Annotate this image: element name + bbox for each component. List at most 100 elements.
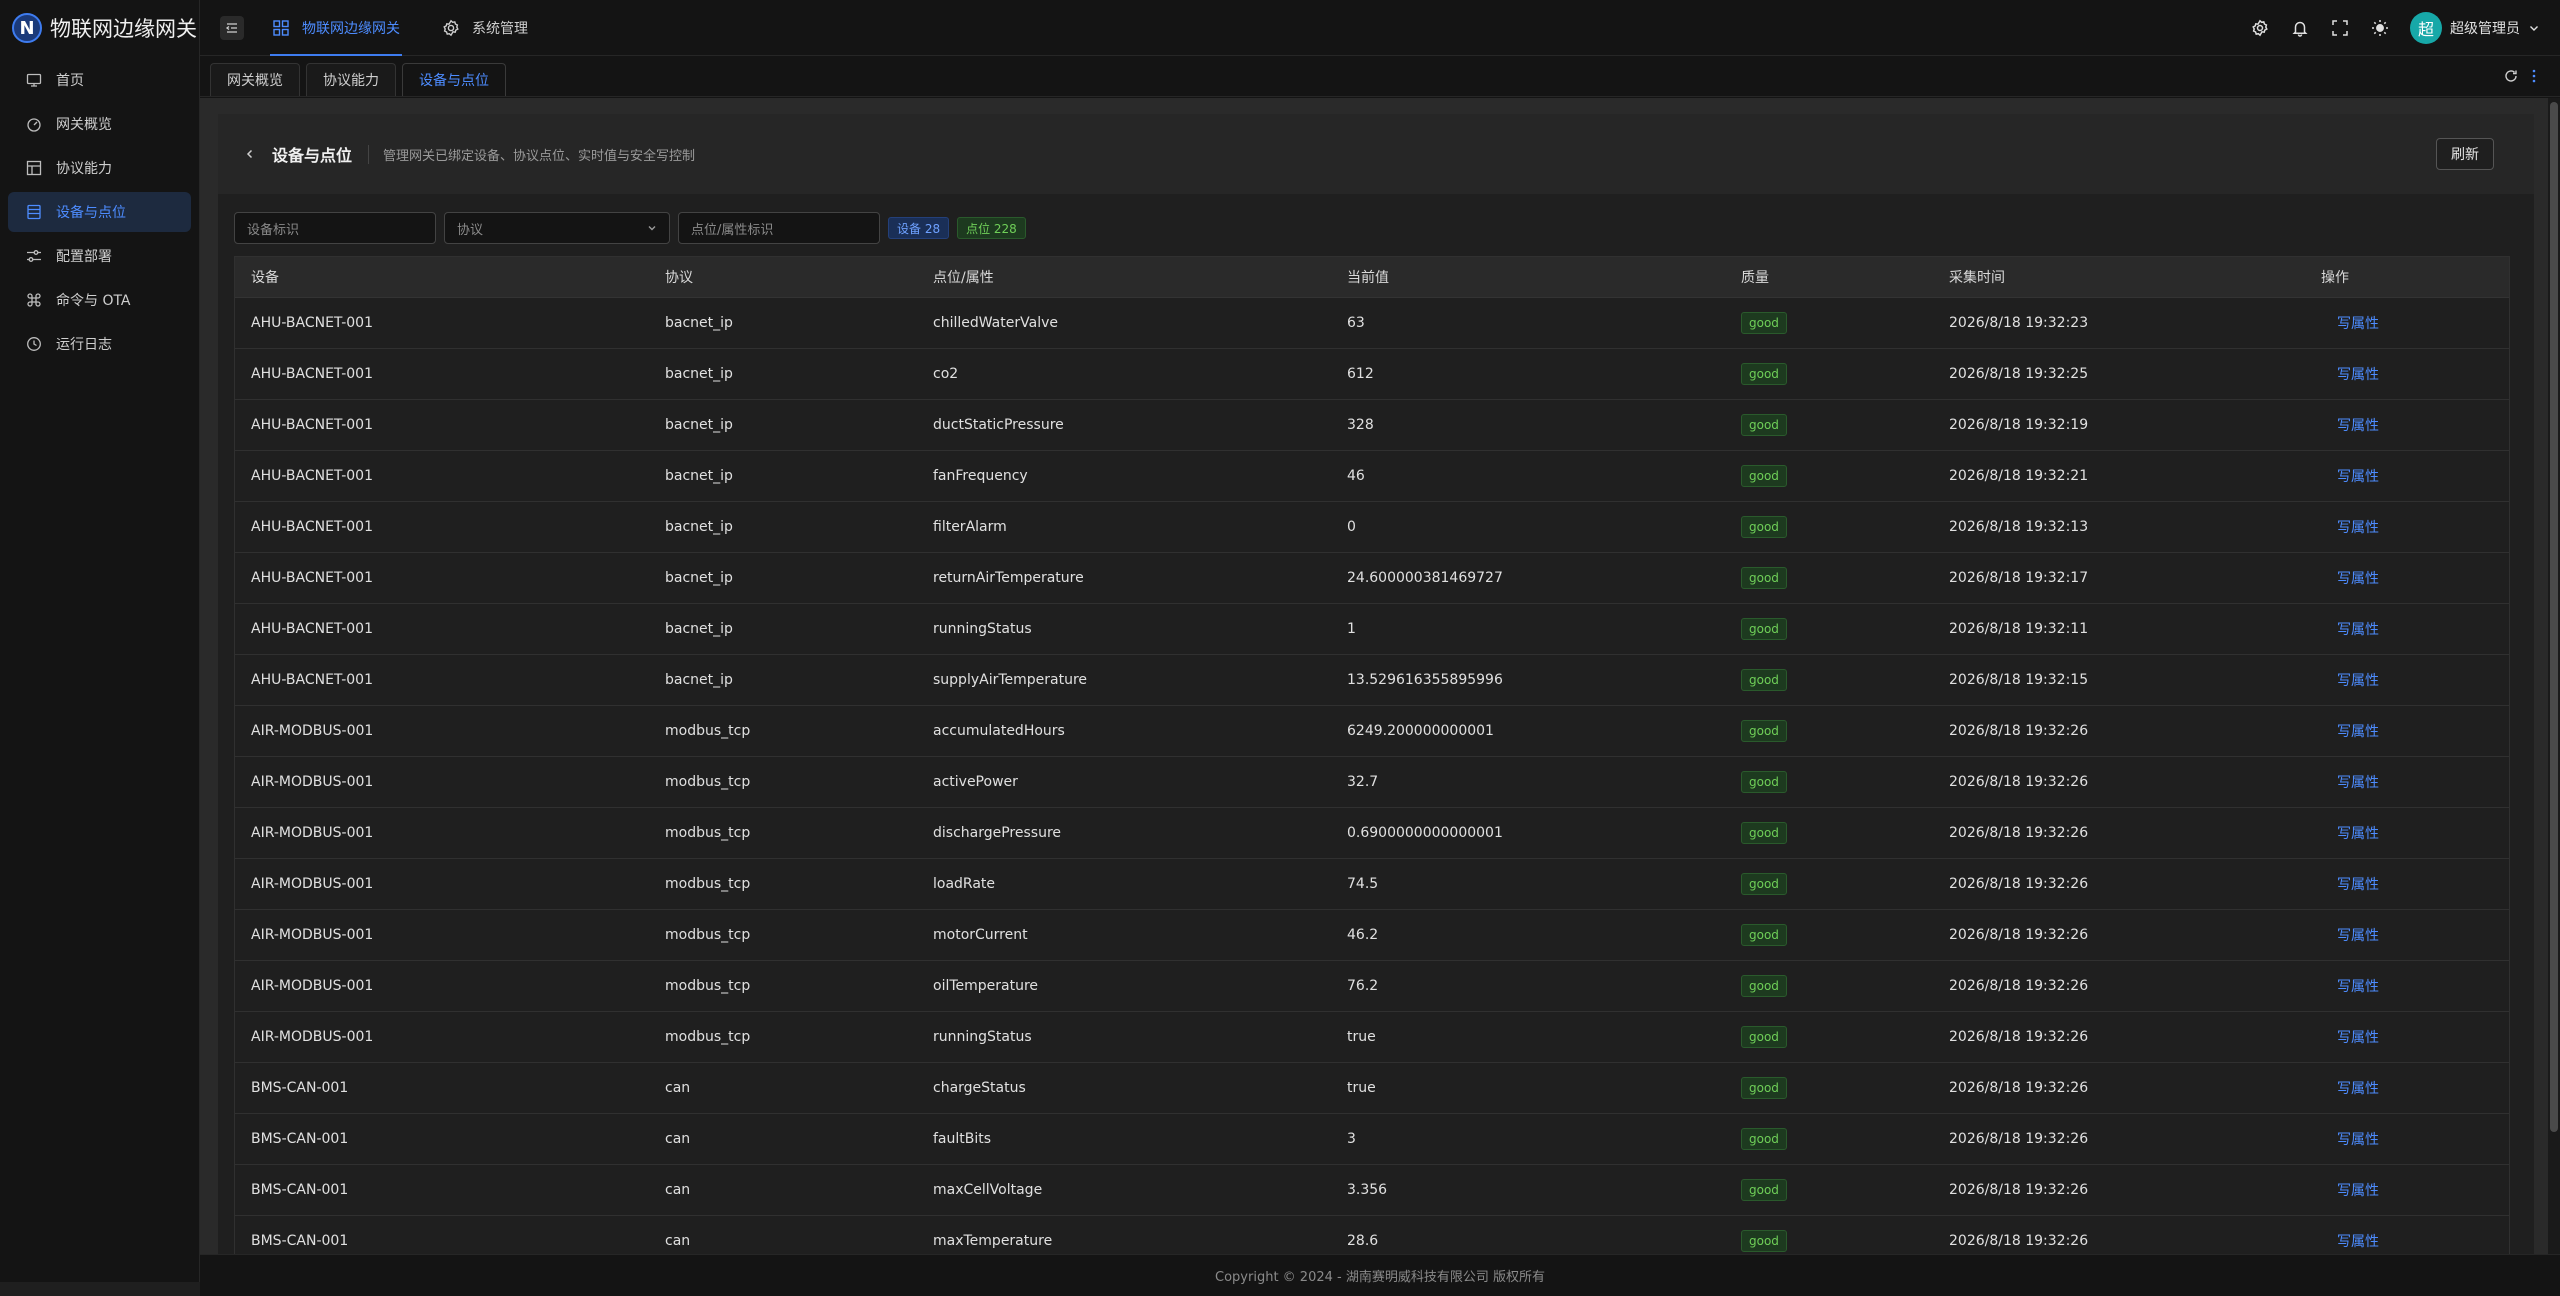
cell-device: AHU-BACNET-001 <box>235 603 649 655</box>
cell-time: 2026/8/18 19:32:26 <box>1933 909 2305 961</box>
device-count-tag: 设备 28 <box>888 217 950 239</box>
write-property-link[interactable]: 写属性 <box>2321 673 2379 689</box>
cell-quality: good <box>1725 450 1933 502</box>
table-body: AHU-BACNET-001 bacnet_ip chilledWaterValve… <box>235 297 2509 1254</box>
write-property-link[interactable]: 写属性 <box>2321 418 2379 434</box>
protocol-select[interactable]: 协议 <box>444 212 670 244</box>
cell-point: chilledWaterValve <box>917 297 1331 349</box>
cell-quality: good <box>1725 909 1933 961</box>
cell-time: 2026/8/18 19:32:26 <box>1933 807 2305 859</box>
top-nav-iot-gateway[interactable]: 物联网边缘网关 <box>270 0 402 56</box>
write-property-link[interactable]: 写属性 <box>2321 1234 2379 1250</box>
content-scrollbar[interactable] <box>2548 98 2560 1254</box>
point-count-tag: 点位 228 <box>957 217 1026 239</box>
page-subtitle: 管理网关已绑定设备、协议点位、实时值与安全写控制 <box>368 144 695 164</box>
write-property-link[interactable]: 写属性 <box>2321 316 2379 332</box>
table-row: BMS-CAN-001 can maxCellVoltage 3.356 good 202… <box>235 1164 2509 1216</box>
tab-protocols[interactable]: 协议能力 <box>306 63 396 96</box>
cell-action: 写属性 <box>2305 909 2509 961</box>
column-header-time: 采集时间 <box>1933 257 2305 298</box>
sidebar-item-gateway-overview[interactable]: 网关概览 <box>8 104 191 144</box>
column-header-quality: 质量 <box>1725 257 1933 298</box>
write-property-link[interactable]: 写属性 <box>2321 826 2379 842</box>
write-property-link[interactable]: 写属性 <box>2321 1081 2379 1097</box>
write-property-link[interactable]: 写属性 <box>2321 1183 2379 1199</box>
settings-button[interactable] <box>2250 18 2270 38</box>
cell-device: AIR-MODBUS-001 <box>235 705 649 757</box>
column-header-device: 设备 <box>235 257 649 298</box>
cell-value: 74.5 <box>1331 858 1725 910</box>
fullscreen-button[interactable] <box>2330 18 2350 38</box>
cell-quality: good <box>1725 501 1933 553</box>
write-property-link[interactable]: 写属性 <box>2321 520 2379 536</box>
cell-quality: good <box>1725 603 1933 655</box>
tab-gateway-overview[interactable]: 网关概览 <box>210 63 300 96</box>
cell-quality: good <box>1725 654 1933 706</box>
user-menu[interactable]: 超 超级管理员 <box>2410 11 2540 44</box>
table-row: BMS-CAN-001 can maxTemperature 28.6 good 2026… <box>235 1215 2509 1254</box>
point-id-input[interactable]: 点位/属性标识 <box>678 212 880 244</box>
quality-badge: good <box>1741 872 1787 895</box>
write-property-link[interactable]: 写属性 <box>2321 724 2379 740</box>
write-property-link[interactable]: 写属性 <box>2321 622 2379 638</box>
cell-time: 2026/8/18 19:32:26 <box>1933 1113 2305 1165</box>
quality-badge: good <box>1741 413 1787 436</box>
cell-action: 写属性 <box>2305 807 2509 859</box>
cell-device: AIR-MODBUS-001 <box>235 909 649 961</box>
write-property-link[interactable]: 写属性 <box>2321 469 2379 485</box>
cell-device: AHU-BACNET-001 <box>235 654 649 706</box>
write-property-link[interactable]: 写属性 <box>2321 979 2379 995</box>
reload-tab-button[interactable] <box>2504 69 2518 83</box>
write-property-link[interactable]: 写属性 <box>2321 928 2379 944</box>
quality-badge: good <box>1741 1076 1787 1099</box>
cell-time: 2026/8/18 19:32:17 <box>1933 552 2305 604</box>
write-property-link[interactable]: 写属性 <box>2321 775 2379 791</box>
write-property-link[interactable]: 写属性 <box>2321 877 2379 893</box>
cell-action: 写属性 <box>2305 501 2509 553</box>
refresh-button[interactable]: 刷新 <box>2436 138 2494 170</box>
cell-action: 写属性 <box>2305 1215 2509 1254</box>
cell-time: 2026/8/18 19:32:25 <box>1933 348 2305 400</box>
tab-devices-points[interactable]: 设备与点位 <box>402 63 506 96</box>
notification-button[interactable] <box>2290 18 2310 38</box>
cell-time: 2026/8/18 19:32:26 <box>1933 1215 2305 1254</box>
top-nav-system-admin[interactable]: 系统管理 <box>440 0 530 56</box>
menu-collapse-button[interactable] <box>220 15 244 40</box>
sidebar-item-runtime-logs[interactable]: 运行日志 <box>8 324 191 364</box>
sidebar-item-home[interactable]: 首页 <box>8 60 191 100</box>
write-property-link[interactable]: 写属性 <box>2321 571 2379 587</box>
cell-quality: good <box>1725 807 1933 859</box>
column-header-protocol: 协议 <box>649 257 917 298</box>
sidebar-item-command-ota[interactable]: 命令与 OTA <box>8 280 191 320</box>
cell-quality: good <box>1725 1062 1933 1114</box>
top-nav-label: 物联网边缘网关 <box>302 20 400 37</box>
cell-quality: good <box>1725 348 1933 400</box>
chevron-down-icon <box>2530 25 2538 31</box>
scroll-thumb[interactable] <box>2550 102 2558 1132</box>
top-nav: 物联网边缘网关 系统管理 <box>270 0 568 56</box>
back-button[interactable] <box>244 146 260 162</box>
write-property-link[interactable]: 写属性 <box>2321 367 2379 383</box>
cell-action: 写属性 <box>2305 1062 2509 1114</box>
filters-bar: 设备标识 协议 点位/属性标识 设备 28 点位 228 <box>218 194 2534 244</box>
cell-value: 328 <box>1331 399 1725 451</box>
cell-protocol: modbus_tcp <box>649 756 917 808</box>
theme-toggle-button[interactable] <box>2370 18 2390 38</box>
cell-value: 46 <box>1331 450 1725 502</box>
logo[interactable]: N 物联网边缘网关 <box>0 0 199 56</box>
cell-quality: good <box>1725 399 1933 451</box>
sidebar-item-config-deploy[interactable]: 配置部署 <box>8 236 191 276</box>
device-id-input[interactable]: 设备标识 <box>234 212 436 244</box>
cell-protocol: modbus_tcp <box>649 807 917 859</box>
sidebar-item-devices-points[interactable]: 设备与点位 <box>8 192 191 232</box>
quality-badge: good <box>1741 566 1787 589</box>
cell-protocol: bacnet_ip <box>649 348 917 400</box>
write-property-link[interactable]: 写属性 <box>2321 1030 2379 1046</box>
cell-quality: good <box>1725 1164 1933 1216</box>
write-property-link[interactable]: 写属性 <box>2321 1132 2379 1148</box>
history-icon <box>26 336 42 352</box>
more-tabs-button[interactable] <box>2532 69 2536 83</box>
cell-protocol: bacnet_ip <box>649 654 917 706</box>
sidebar-item-protocols[interactable]: 协议能力 <box>8 148 191 188</box>
cell-action: 写属性 <box>2305 756 2509 808</box>
